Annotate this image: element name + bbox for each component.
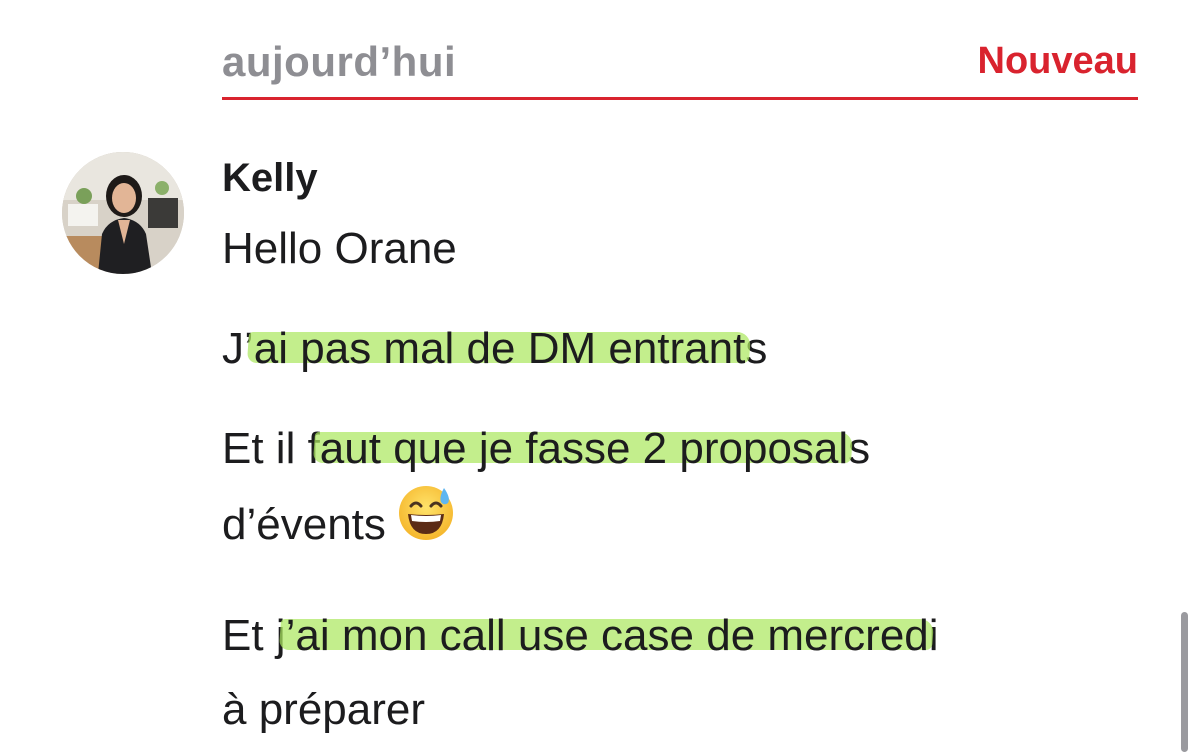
new-messages-label: Nouveau	[977, 40, 1138, 82]
message-line-events: d’évents	[222, 486, 1122, 569]
chat-screen: aujourd’hui Nouveau Kelly Hello Orane J’…	[0, 0, 1200, 756]
message-line-prepare: à préparer	[222, 685, 426, 734]
highlighted-text: aut que je fasse 2 proposal	[319, 424, 849, 473]
highlighted-text: ai pas mal de DM entrant	[253, 324, 746, 373]
new-messages-divider: aujourd’hui Nouveau	[222, 28, 1138, 100]
text-segment: d’évents	[222, 500, 386, 550]
message-bubble[interactable]: Kelly Hello Orane J’ai pas mal de DM ent…	[222, 150, 1122, 747]
grinning-face-with-sweat-icon	[396, 482, 456, 565]
vertical-scrollbar[interactable]	[1181, 612, 1188, 752]
highlighted-text: ’ai mon call use case de mercred	[285, 611, 929, 660]
avatar[interactable]	[62, 152, 184, 274]
message-line-greeting: Hello Orane	[222, 224, 457, 273]
message-line-dm: J’ai pas mal de DM entrants	[222, 312, 1122, 386]
user-avatar-icon	[62, 152, 184, 274]
text-segment: Et il f	[222, 424, 320, 473]
message-line-proposal: Et il faut que je fasse 2 proposals	[222, 412, 1122, 486]
sender-name: Kelly	[222, 156, 318, 200]
message-line-call: Et j’ai mon call use case de mercredi	[222, 599, 1122, 673]
day-label: aujourd’hui	[222, 38, 457, 85]
text-segment: Et j	[222, 611, 286, 660]
